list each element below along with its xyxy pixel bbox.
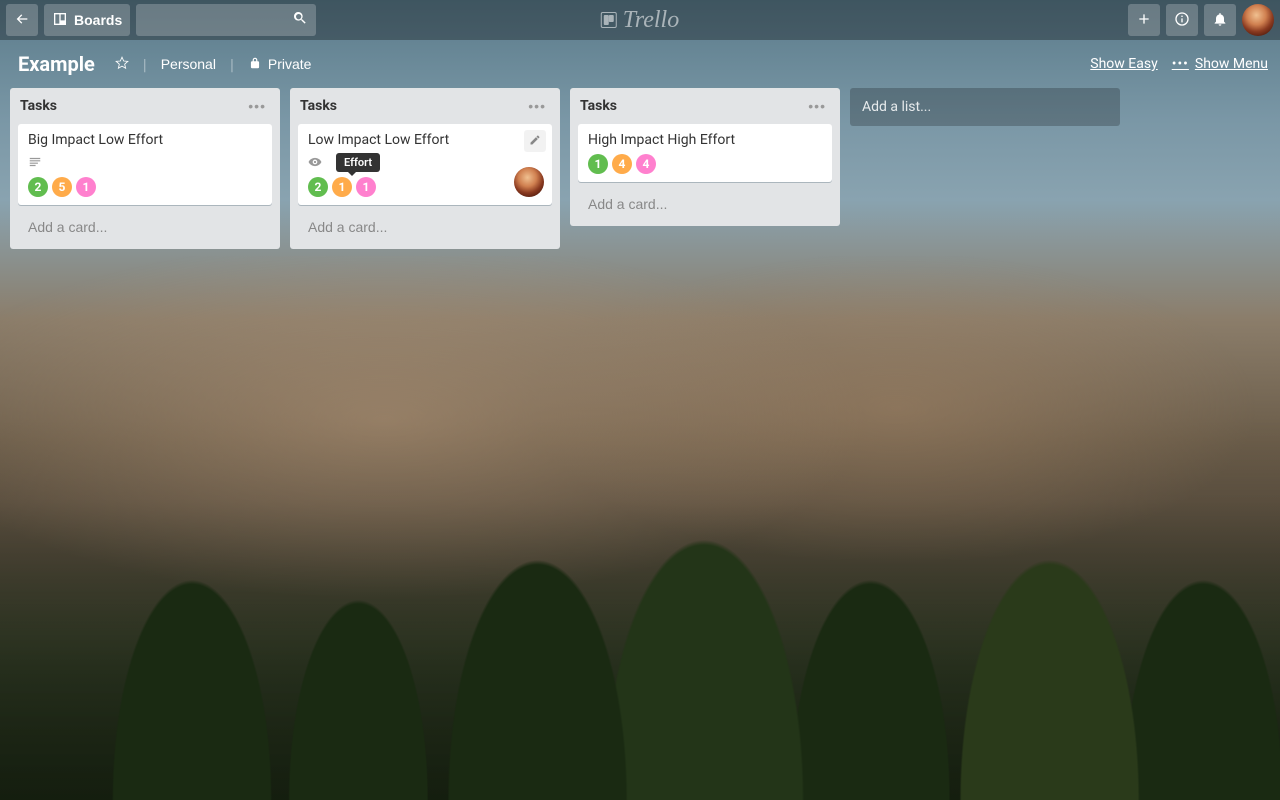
description-icon	[28, 154, 42, 173]
show-menu-link[interactable]: ••• Show Menu	[1172, 56, 1268, 72]
label-pill-orange[interactable]: 5	[52, 177, 72, 197]
label-pill-orange[interactable]: 4	[612, 154, 632, 174]
card[interactable]: Big Impact Low Effort 251	[18, 124, 272, 205]
star-icon	[115, 56, 129, 73]
search-input[interactable]	[136, 4, 316, 36]
list-header: Tasks •••	[570, 88, 840, 120]
team-label: Personal	[161, 56, 216, 72]
add-card-button[interactable]: Add a card...	[578, 188, 832, 220]
star-board-button[interactable]	[111, 52, 133, 77]
visibility-button[interactable]: Private	[244, 52, 316, 77]
label-pill-green[interactable]: 2	[28, 177, 48, 197]
watch-icon	[308, 154, 322, 173]
card-title: Big Impact Low Effort	[28, 132, 262, 148]
board-name[interactable]: Example	[12, 48, 101, 80]
list-header: Tasks •••	[290, 88, 560, 120]
info-icon	[1174, 11, 1190, 30]
card-badges	[28, 154, 262, 173]
add-card-button[interactable]: Add a card...	[298, 211, 552, 243]
logo-board-icon	[601, 12, 617, 28]
ellipsis-icon: •••	[248, 98, 266, 114]
logo-text: Trello	[623, 7, 679, 34]
add-list-button[interactable]: Add a list...	[850, 88, 1120, 126]
label-pill-pink[interactable]: 4	[636, 154, 656, 174]
label-pill-orange[interactable]: 1	[332, 177, 352, 197]
list-menu-button[interactable]: •••	[524, 96, 550, 116]
card-title: High Impact High Effort	[588, 132, 822, 148]
board-canvas: Tasks•••Big Impact Low Effort251Add a ca…	[0, 88, 1280, 249]
card-labels: 251	[28, 177, 262, 197]
list: Tasks•••Low Impact Low EffortEffort211Ad…	[290, 88, 560, 249]
ellipsis-icon: •••	[528, 98, 546, 114]
label-pill-pink[interactable]: 1	[356, 177, 376, 197]
bell-icon	[1212, 11, 1228, 30]
card-title: Low Impact Low Effort	[308, 132, 542, 148]
boards-button-label: Boards	[74, 12, 122, 28]
label-pill-green[interactable]: 2	[308, 177, 328, 197]
list-header: Tasks •••	[10, 88, 280, 120]
lock-icon	[248, 56, 262, 73]
show-easy-label: Show Easy	[1090, 56, 1157, 72]
show-menu-label: Show Menu	[1195, 56, 1268, 72]
back-arrow-icon	[14, 11, 30, 30]
list-menu-button[interactable]: •••	[804, 96, 830, 116]
boards-button[interactable]: Boards	[44, 4, 130, 36]
divider: |	[230, 55, 234, 74]
back-button[interactable]	[6, 4, 38, 36]
card-edit-button[interactable]	[524, 130, 546, 152]
plus-icon	[1136, 11, 1152, 30]
user-avatar[interactable]	[1242, 4, 1274, 36]
card-labels: Effort211	[308, 177, 542, 197]
card[interactable]: High Impact High Effort144	[578, 124, 832, 182]
list-title[interactable]: Tasks	[580, 98, 617, 114]
card-labels: 144	[588, 154, 822, 174]
boards-icon	[52, 11, 68, 30]
member-avatar[interactable]	[514, 167, 544, 197]
pencil-icon	[529, 134, 541, 149]
list-menu-button[interactable]: •••	[244, 96, 270, 116]
card[interactable]: Low Impact Low EffortEffort211	[298, 124, 552, 205]
notifications-button[interactable]	[1204, 4, 1236, 36]
show-easy-link[interactable]: Show Easy	[1090, 56, 1157, 72]
create-button[interactable]	[1128, 4, 1160, 36]
list-title[interactable]: Tasks	[300, 98, 337, 114]
list-title[interactable]: Tasks	[20, 98, 57, 114]
list: Tasks ••• Big Impact Low Effort 251 Add a ca…	[10, 88, 280, 249]
label-tooltip: Effort	[336, 153, 380, 172]
global-header: Boards Trello	[0, 0, 1280, 40]
label-pill-green[interactable]: 1	[588, 154, 608, 174]
board-header: Example | Personal | Private Show Easy •…	[0, 40, 1280, 88]
label-pill-pink[interactable]: 1	[76, 177, 96, 197]
ellipsis-icon: •••	[808, 98, 826, 114]
add-card-button[interactable]: Add a card...	[18, 211, 272, 243]
team-button[interactable]: Personal	[157, 52, 220, 76]
list: Tasks•••High Impact High Effort144Add a …	[570, 88, 840, 226]
divider: |	[143, 55, 147, 74]
ellipsis-icon: •••	[1172, 56, 1189, 72]
search-icon	[292, 10, 308, 30]
visibility-label: Private	[268, 56, 312, 72]
info-button[interactable]	[1166, 4, 1198, 36]
app-logo[interactable]: Trello	[601, 7, 679, 34]
